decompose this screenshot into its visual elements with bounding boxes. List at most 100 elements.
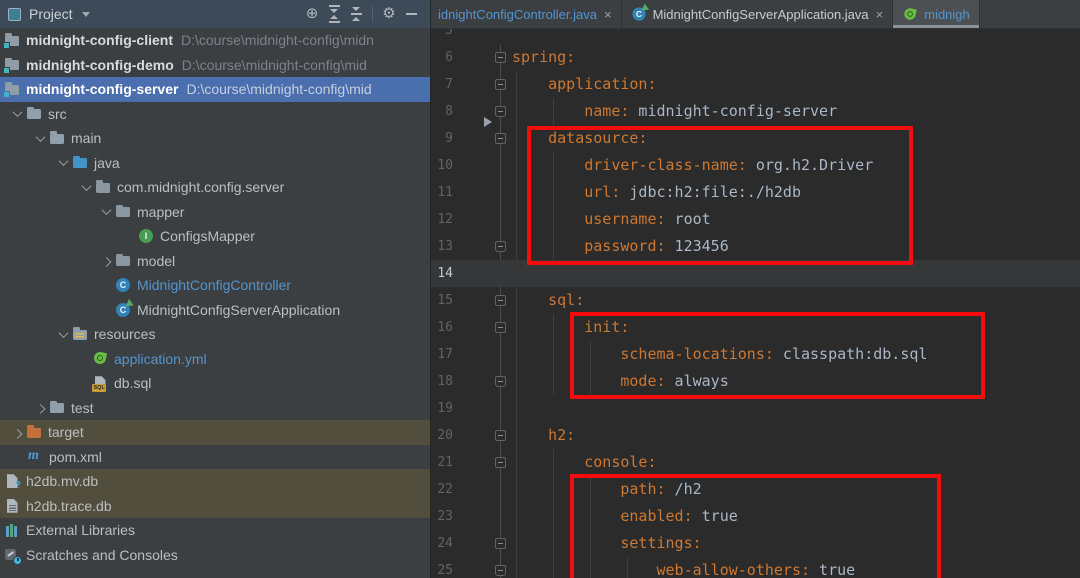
code-text: driver-class-name: org.h2.Driver xyxy=(431,152,873,179)
code-line-10[interactable]: 10 driver-class-name: org.h2.Driver xyxy=(431,152,1080,179)
fold-open-marker-icon[interactable] xyxy=(495,322,506,333)
line-number: 21 xyxy=(437,455,453,470)
tree-row-scratches-and-consoles[interactable]: Scratches and Consoles xyxy=(0,543,430,568)
tree-row-h2db-trace-db[interactable]: h2db.trace.db xyxy=(0,493,430,518)
tree-row-main[interactable]: main xyxy=(0,126,430,151)
tree-row-midnight-config-demo[interactable]: midnight-config-demo D:\course\midnight-c… xyxy=(0,53,430,78)
yaml-key: init: xyxy=(512,318,630,336)
chevron-right-icon[interactable] xyxy=(31,404,49,415)
code-line-16[interactable]: 16 init: xyxy=(431,314,1080,341)
settings-icon[interactable]: ⚙ xyxy=(378,0,400,28)
tree-row-resources[interactable]: resources xyxy=(0,322,430,347)
tree-row-configsmapper[interactable]: I ConfigsMapper xyxy=(0,224,430,249)
spring-leaf-icon xyxy=(92,351,109,367)
fold-open-marker-icon[interactable] xyxy=(495,52,506,63)
chevron-down-icon[interactable] xyxy=(31,131,49,142)
chevron-down-icon[interactable] xyxy=(8,107,26,118)
fold-end-marker-icon[interactable] xyxy=(495,376,506,387)
fold-open-marker-icon[interactable] xyxy=(495,133,506,144)
close-icon[interactable]: × xyxy=(604,7,612,22)
code-line-8[interactable]: 8 name: midnight-config-server xyxy=(431,98,1080,125)
code-line-6[interactable]: 6 spring: xyxy=(431,44,1080,71)
fold-open-marker-icon[interactable] xyxy=(495,538,506,549)
tree-row-java[interactable]: java xyxy=(0,151,430,176)
hide-icon[interactable] xyxy=(400,0,422,28)
code-line-14[interactable]: 14 xyxy=(431,260,1080,287)
chevron-down-icon[interactable] xyxy=(77,180,95,191)
unknown-file-icon: ? xyxy=(4,473,21,491)
expand-all-icon[interactable] xyxy=(323,0,345,28)
tree-row-db-sql[interactable]: SQL db.sql xyxy=(0,371,430,396)
code-line-13[interactable]: 13 password: 123456 xyxy=(431,233,1080,260)
chevron-down-icon[interactable] xyxy=(97,205,115,216)
code-line-21[interactable]: 21 console: xyxy=(431,449,1080,476)
tree-row-external-libraries[interactable]: External Libraries xyxy=(0,518,430,543)
boot-class-icon: C xyxy=(115,298,136,318)
code-line-9[interactable]: 9 datasource: xyxy=(431,125,1080,152)
editor-tab-idnightconfigcontroller-java[interactable]: idnightConfigController.java × xyxy=(431,0,622,28)
tree-row-application-yml[interactable]: application.yml xyxy=(0,347,430,372)
tree-row-mapper[interactable]: mapper xyxy=(0,200,430,225)
panel-title: Project xyxy=(29,6,73,22)
locate-icon[interactable]: ⊕ xyxy=(301,0,323,28)
line-number: 15 xyxy=(437,293,453,308)
close-icon[interactable]: × xyxy=(876,7,884,22)
code-line-23[interactable]: 23 enabled: true xyxy=(431,503,1080,530)
tree-item-label: target xyxy=(48,424,84,441)
tree-row-midnight-config-client[interactable]: midnight-config-client D:\course\midnight… xyxy=(0,28,430,53)
code-line-12[interactable]: 12 username: root xyxy=(431,206,1080,233)
fold-open-marker-icon[interactable] xyxy=(495,79,506,90)
yaml-key: spring: xyxy=(512,48,576,66)
collapse-all-icon[interactable] xyxy=(345,0,367,28)
tree-row-com-midnight-config-server[interactable]: com.midnight.config.server xyxy=(0,175,430,200)
code-line-20[interactable]: 20 h2: xyxy=(431,422,1080,449)
line-number: 12 xyxy=(437,212,453,227)
code-line-5[interactable]: 5 xyxy=(431,29,1080,44)
tree-row-target[interactable]: target xyxy=(0,420,430,445)
tree-item-label: h2db.mv.db xyxy=(26,473,99,490)
tree-row-src[interactable]: src xyxy=(0,102,430,127)
chevron-down-icon[interactable] xyxy=(54,327,72,338)
fold-open-marker-icon[interactable] xyxy=(495,295,506,306)
fold-open-marker-icon[interactable] xyxy=(495,457,506,468)
sql-file-icon: SQL xyxy=(92,375,109,393)
yaml-key: schema-locations: xyxy=(512,345,774,363)
tree-row-test[interactable]: test xyxy=(0,396,430,421)
yaml-value: classpath:db.sql xyxy=(773,345,928,363)
chevron-right-icon[interactable] xyxy=(97,257,115,268)
fold-end-marker-icon[interactable] xyxy=(495,565,506,576)
yaml-value: always xyxy=(665,372,729,390)
editor-tab-midnightconfigserverapplication-java[interactable]: C MidnightConfigServerApplication.java × xyxy=(622,0,894,28)
code-line-17[interactable]: 17 schema-locations: classpath:db.sql xyxy=(431,341,1080,368)
yaml-value: true xyxy=(810,561,856,578)
code-line-7[interactable]: 7 application: xyxy=(431,71,1080,98)
tree-row-pom-xml[interactable]: m pom.xml xyxy=(0,445,430,470)
code-area[interactable]: 5 6 spring: 7 application: 8 name: midnight-… xyxy=(431,29,1080,578)
tree-row-h2db-mv-db[interactable]: ? h2db.mv.db xyxy=(0,469,430,494)
code-line-11[interactable]: 11 url: jdbc:h2:file:./h2db xyxy=(431,179,1080,206)
fold-end-marker-icon[interactable] xyxy=(495,241,506,252)
code-line-25[interactable]: 25 web-allow-others: true xyxy=(431,557,1080,578)
tree-row-model[interactable]: model xyxy=(0,249,430,274)
chevron-down-icon[interactable] xyxy=(54,156,72,167)
code-line-19[interactable]: 19 xyxy=(431,395,1080,422)
code-line-24[interactable]: 24 settings: xyxy=(431,530,1080,557)
fold-open-marker-icon[interactable] xyxy=(495,430,506,441)
editor-tab-midnigh[interactable]: midnigh xyxy=(893,0,980,28)
tree-item-label: midnight-config-demo xyxy=(26,56,174,73)
code-text: password: 123456 xyxy=(431,233,729,260)
fold-end-marker-icon[interactable] xyxy=(495,106,506,117)
spring-leaf-icon xyxy=(903,6,919,21)
tree-row-midnightconfigserverapplication[interactable]: C MidnightConfigServerApplication xyxy=(0,298,430,323)
tool-window-icon xyxy=(8,7,21,21)
chevron-down-icon[interactable] xyxy=(81,11,90,17)
folder-icon xyxy=(26,106,43,122)
chevron-right-icon[interactable] xyxy=(8,428,26,439)
tree-row-midnightconfigcontroller[interactable]: C MidnightConfigController xyxy=(0,273,430,298)
code-line-18[interactable]: 18 mode: always xyxy=(431,368,1080,395)
tree-row-midnight-config-server[interactable]: midnight-config-server D:\course\midnight… xyxy=(0,77,430,102)
run-line-marker-icon[interactable] xyxy=(484,117,492,127)
line-number: 13 xyxy=(437,239,453,254)
code-line-22[interactable]: 22 path: /h2 xyxy=(431,476,1080,503)
code-line-15[interactable]: 15 sql: xyxy=(431,287,1080,314)
